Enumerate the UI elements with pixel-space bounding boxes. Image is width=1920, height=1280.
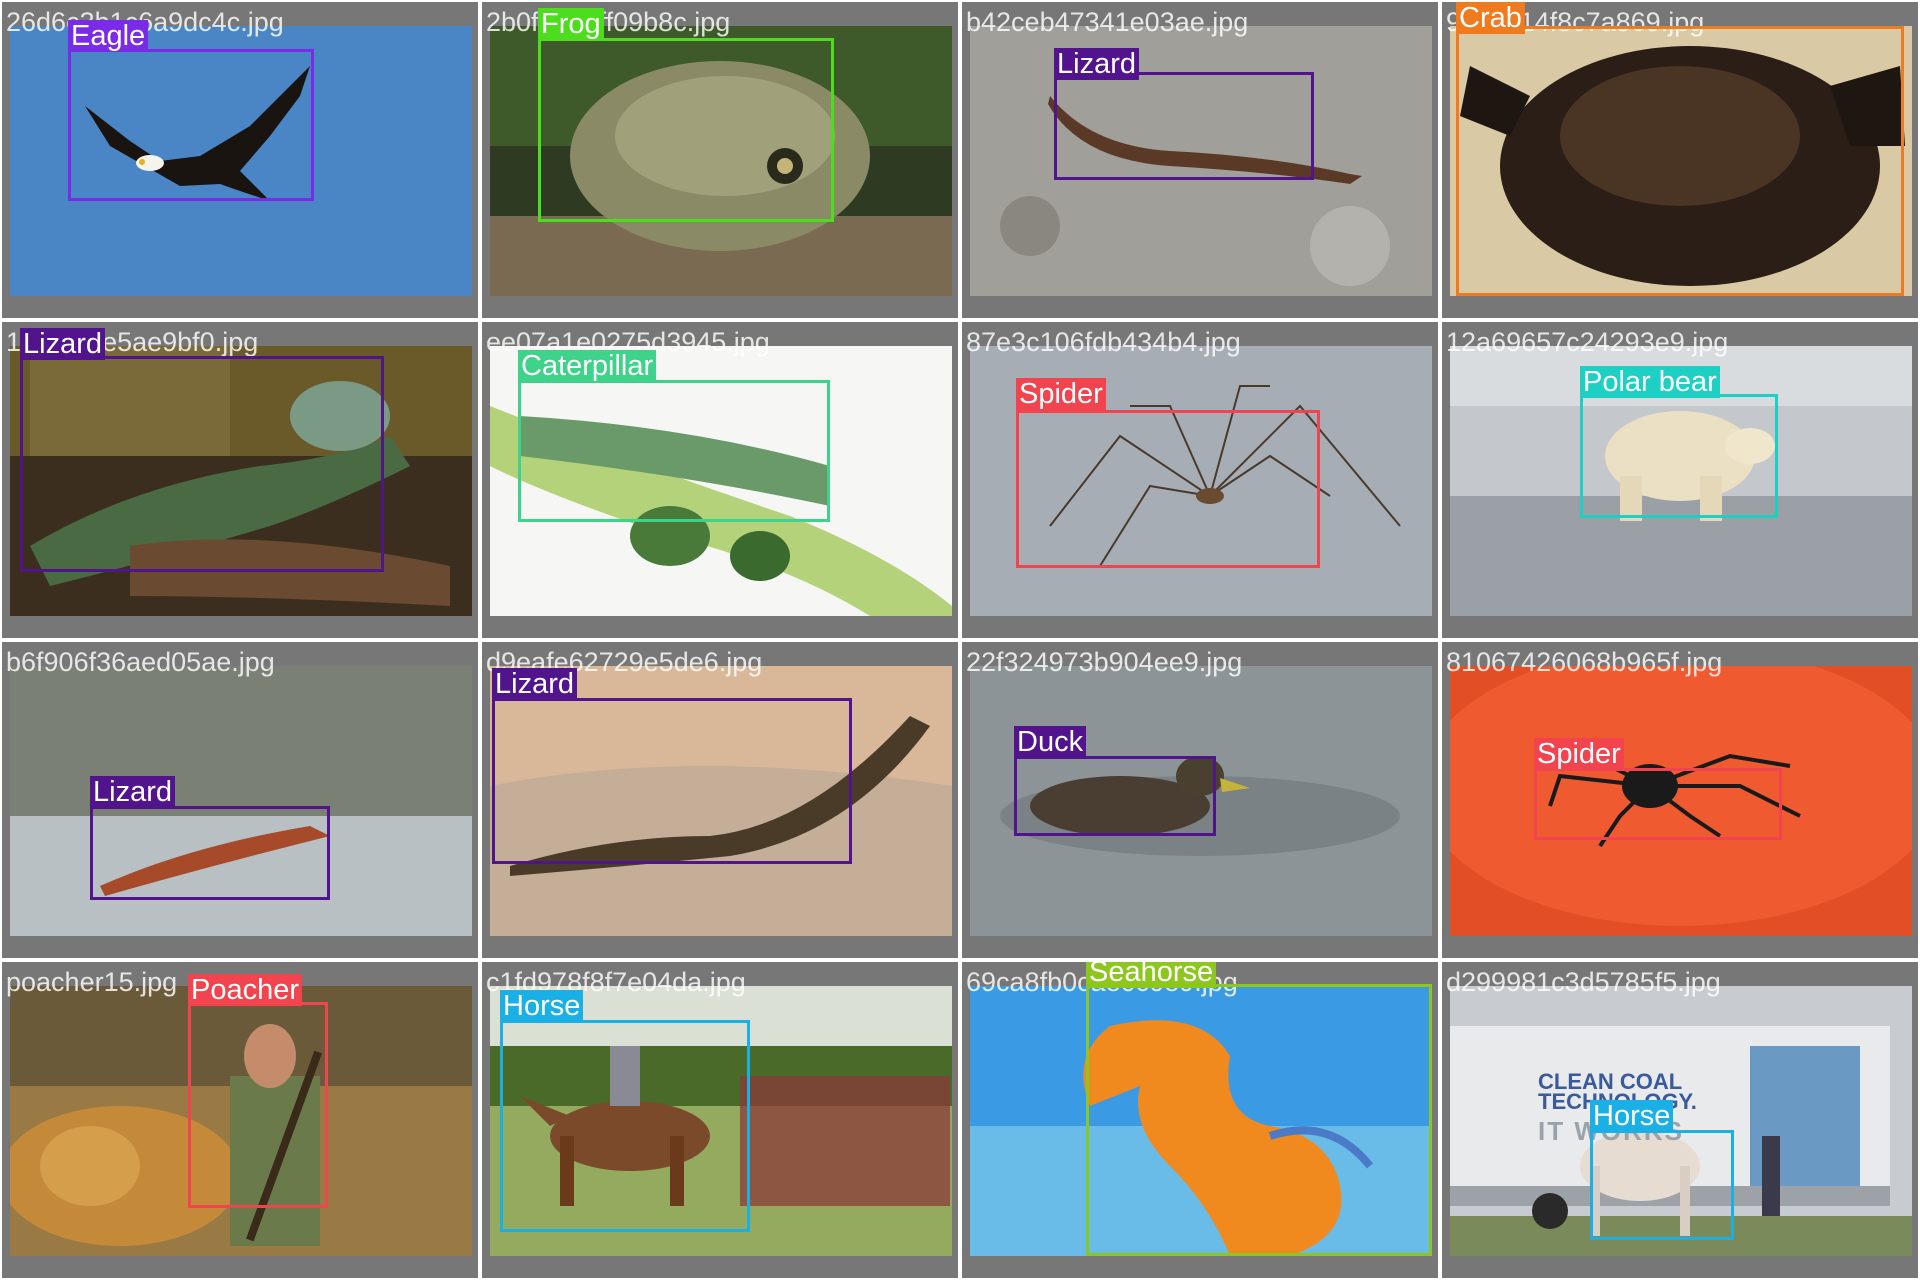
detection-label: Polar bear (1580, 366, 1720, 398)
bbox (1534, 768, 1782, 840)
tile-seahorse[interactable]: 69ca8fb0cae0c0e9.jpg Seahorse (962, 962, 1438, 1278)
bbox (492, 698, 852, 864)
detection-label: Caterpillar (518, 350, 657, 382)
tile-frog[interactable]: 2b0f1e38ff09b8c.jpg Frog (482, 2, 958, 318)
bbox (90, 806, 330, 900)
bbox (188, 1002, 328, 1208)
detection-label: Horse (1590, 1100, 1674, 1132)
bbox (1086, 984, 1432, 1256)
detection-label: Spider (1016, 378, 1106, 410)
bbox (1590, 1130, 1734, 1240)
image-grid: 26d6c3b1c6a9dc4c.jpg Eagle 2b0f1e38ff09b… (0, 0, 1920, 1280)
bbox (1016, 410, 1320, 568)
detection-label: Lizard (90, 776, 175, 808)
detection-label: Lizard (492, 668, 577, 700)
bbox (1456, 26, 1904, 296)
tile-spider-plate[interactable]: 81067426068b965f.jpg Spider (1442, 642, 1918, 958)
detection-label: Frog (538, 8, 604, 40)
detection-label: Duck (1014, 726, 1087, 758)
bbox (1054, 72, 1314, 180)
detection-label: Poacher (188, 974, 303, 1006)
detection-label: Lizard (1054, 48, 1139, 80)
tile-newt[interactable]: b6f906f36aed05ae.jpg Lizard (2, 642, 478, 958)
bbox (538, 38, 834, 222)
tile-salamander[interactable]: b42ceb47341e03ae.jpg Lizard (962, 2, 1438, 318)
detection-label: Crab (1456, 2, 1525, 34)
tile-polar-bear[interactable]: 12a69657c24293e9.jpg Polar bear (1442, 322, 1918, 638)
detection-label: Eagle (68, 20, 149, 52)
tile-caterpillar[interactable]: ee07a1e0275d3945.jpg Caterpillar (482, 322, 958, 638)
tile-lizard[interactable]: d9eafe62729e5de6.jpg Lizard (482, 642, 958, 958)
tile-crab[interactable]: 9c1a214f8c7a869.jpg Crab (1442, 2, 1918, 318)
detection-label: Lizard (20, 328, 105, 360)
bbox (20, 356, 384, 572)
bbox (1014, 756, 1216, 836)
bbox (1580, 394, 1778, 518)
tile-horse-truck[interactable]: CLEAN COAL TECHNOLOGY. IT WORKS d299981c… (1442, 962, 1918, 1278)
tile-horse-rider[interactable]: c1fd978f8f7e04da.jpg Horse (482, 962, 958, 1278)
detection-label: Spider (1534, 738, 1624, 770)
tile-eagle[interactable]: 26d6c3b1c6a9dc4c.jpg Eagle (2, 2, 478, 318)
tile-duck[interactable]: 22f324973b904ee9.jpg Duck (962, 642, 1438, 958)
bbox (500, 1020, 750, 1232)
tile-iguana[interactable]: 1f0c09be5ae9bf0.jpg Lizard (2, 322, 478, 638)
detection-label: Horse (500, 990, 584, 1022)
tile-spider[interactable]: 87e3c106fdb434b4.jpg Spider (962, 322, 1438, 638)
tile-poacher[interactable]: poacher15.jpg Poacher (2, 962, 478, 1278)
bbox (518, 380, 830, 522)
bbox (68, 49, 314, 201)
detection-label: Seahorse (1086, 962, 1217, 988)
